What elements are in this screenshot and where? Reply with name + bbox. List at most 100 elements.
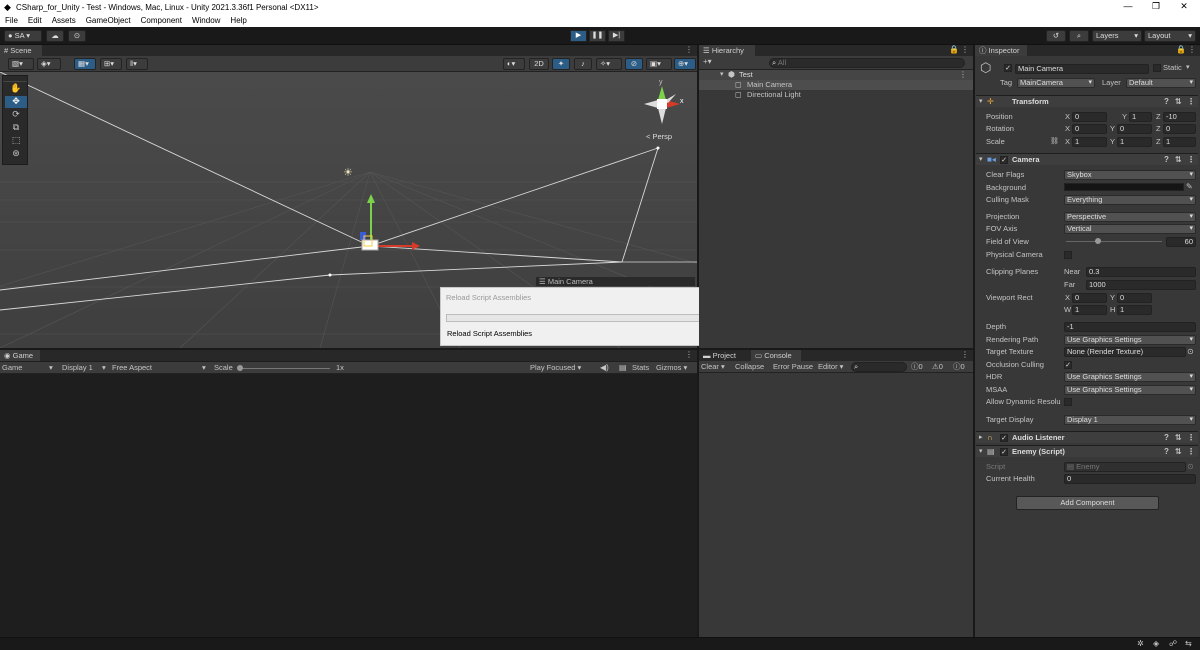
editor-dropdown[interactable]: Editor ▾ [818,362,843,372]
fov-slider-track[interactable] [1066,241,1162,242]
audio-mute-icon[interactable]: ◀) [600,363,609,373]
rotate-tool-icon[interactable]: ⟳ [5,109,27,121]
menu-window[interactable]: Window [192,16,220,25]
more-options-icon[interactable]: ⋮ [685,350,693,360]
projection-dropdown[interactable]: Perspective [1064,212,1196,222]
undo-history-icon[interactable]: ↺ [1046,30,1066,42]
tag-dropdown[interactable]: MainCamera [1017,78,1095,88]
viewport-x-field[interactable]: 0 [1072,293,1107,303]
fov-slider-thumb[interactable] [1095,238,1101,244]
orientation-gizmo[interactable] [640,82,688,132]
preset-icon[interactable]: ⇅ [1175,447,1182,457]
far-field[interactable]: 1000 [1086,280,1196,290]
dynamic-resolution-checkbox[interactable] [1064,398,1072,406]
grid-snap-button[interactable]: ▦▾ [74,58,96,70]
rotation-y-field[interactable]: 0 [1117,124,1152,134]
object-name-field[interactable]: Main Camera [1015,64,1149,74]
move-gizmo[interactable] [340,194,420,264]
collab-icon[interactable]: ⊙ [68,30,86,42]
foldout-arrow-icon[interactable]: ▾ [979,155,983,165]
camera-mode-dropdown[interactable]: ◐▾ [503,58,525,70]
clear-flags-dropdown[interactable]: Skybox [1064,170,1196,180]
tab-project[interactable]: ▬ Project [699,350,749,361]
preset-icon[interactable]: ⇅ [1175,97,1182,107]
scale-y-field[interactable]: 1 [1117,137,1152,147]
step-button[interactable]: ▶| [608,30,625,42]
hand-tool-icon[interactable]: ✋ [5,83,27,95]
more-options-icon[interactable]: ⋮ [1187,447,1195,457]
error-count-toggle[interactable]: ⓘ0 [953,362,965,372]
current-health-field[interactable]: 0 [1064,474,1196,484]
more-options-icon[interactable]: ⋮ [1187,433,1195,443]
near-field[interactable]: 0.3 [1086,267,1196,277]
audio-icon[interactable]: ♪ [574,58,592,70]
static-checkbox[interactable] [1153,64,1161,72]
scale-z-field[interactable]: 1 [1163,137,1196,147]
foldout-arrow-icon[interactable]: ▾ [979,97,983,107]
preset-icon[interactable]: ⇅ [1175,155,1182,165]
rendering-path-dropdown[interactable]: Use Graphics Settings [1064,335,1196,345]
cloud-icon[interactable]: ☁ [46,30,64,42]
log-count-toggle[interactable]: ⓘ0 [911,362,923,372]
lock-icon[interactable]: 🔒 [1176,45,1186,55]
camera-settings-dropdown[interactable]: ▣▾ [646,58,672,70]
more-options-icon[interactable]: ⋮ [685,45,693,55]
add-component-button[interactable]: Add Component [1016,496,1159,510]
play-button[interactable]: ▶ [570,30,587,42]
foldout-arrow-icon[interactable]: ▾ [979,447,983,457]
lighting-progress-icon[interactable]: ◈ [1153,639,1159,649]
viewport-h-field[interactable]: 1 [1117,305,1152,315]
enemy-script-checkbox[interactable]: ✓ [1000,448,1008,456]
help-icon[interactable]: ? [1164,447,1169,457]
viewport-y-field[interactable]: 0 [1117,293,1152,303]
lighting-icon[interactable]: ✦ [552,58,570,70]
help-icon[interactable]: ? [1164,97,1169,107]
layers-dropdown[interactable]: Layers ▾ [1092,30,1142,42]
tool-palette-handle[interactable] [3,76,27,82]
game-mode-dropdown[interactable]: Game ▾ [2,363,53,373]
account-dropdown[interactable]: ● SA ▾ [4,30,42,42]
layer-dropdown[interactable]: Default [1126,78,1196,88]
more-options-icon[interactable]: ⋮ [1187,97,1195,107]
viewport-w-field[interactable]: 1 [1072,305,1107,315]
cache-server-icon[interactable]: ☍ [1169,639,1177,649]
menu-file[interactable]: File [5,16,18,25]
tab-inspector[interactable]: ⓘ Inspector [975,45,1027,56]
warning-count-toggle[interactable]: ⚠0 [932,362,943,372]
more-options-icon[interactable]: ⋮ [961,45,969,55]
position-z-field[interactable]: -10 [1163,112,1196,122]
light-gizmo-icon[interactable]: ☀ [343,168,353,179]
more-options-icon[interactable]: ⋮ [1188,45,1196,55]
background-color-field[interactable] [1064,183,1184,191]
move-tool-icon[interactable]: ✥ [5,96,27,108]
menu-component[interactable]: Component [141,16,182,25]
more-options-icon[interactable]: ⋮ [959,70,967,80]
hierarchy-item-directional-light[interactable]: ◻ Directional Light [699,90,973,100]
rect-tool-icon[interactable]: ⬚ [5,135,27,147]
menu-help[interactable]: Help [230,16,246,25]
rotation-x-field[interactable]: 0 [1072,124,1107,134]
console-search-input[interactable]: ⌕ [851,362,907,372]
snap-dropdown[interactable]: ⊞▾ [100,58,122,70]
hierarchy-scene-row[interactable]: ▾ ⬢ Test ⋮ [699,70,973,80]
scale-tool-icon[interactable]: ⧉ [5,122,27,134]
camera-header[interactable]: ▾ ■◂ ✓ Camera ? ⇅ ⋮ [976,153,1198,165]
rotation-z-field[interactable]: 0 [1163,124,1196,134]
tab-game[interactable]: ◉ Game [0,350,40,361]
fov-field[interactable]: 60 [1166,237,1196,247]
enemy-script-header[interactable]: ▾ ▤ ✓ Enemy (Script) ? ⇅ ⋮ [976,445,1198,457]
occlusion-culling-checkbox[interactable]: ✓ [1064,361,1072,369]
object-picker-icon[interactable]: ⊙ [1187,347,1194,357]
network-icon[interactable]: ⇆ [1185,639,1192,649]
gizmos-dropdown[interactable]: Gizmos ▾ [656,363,687,373]
minimize-button[interactable]: — [1114,0,1142,14]
menu-edit[interactable]: Edit [28,16,42,25]
more-options-icon[interactable]: ⋮ [961,350,969,360]
draw-mode-dropdown[interactable]: ▧▾ [8,58,34,70]
mode-2d-button[interactable]: 2D [529,58,549,70]
depth-field[interactable]: -1 [1064,322,1196,332]
stats-button[interactable]: Stats [632,363,649,373]
play-focused-dropdown[interactable]: Play Focused ▾ [530,363,581,373]
audio-listener-header[interactable]: ▸ ∩ ✓ Audio Listener ? ⇅ ⋮ [976,431,1198,443]
menu-gameobject[interactable]: GameObject [86,16,131,25]
